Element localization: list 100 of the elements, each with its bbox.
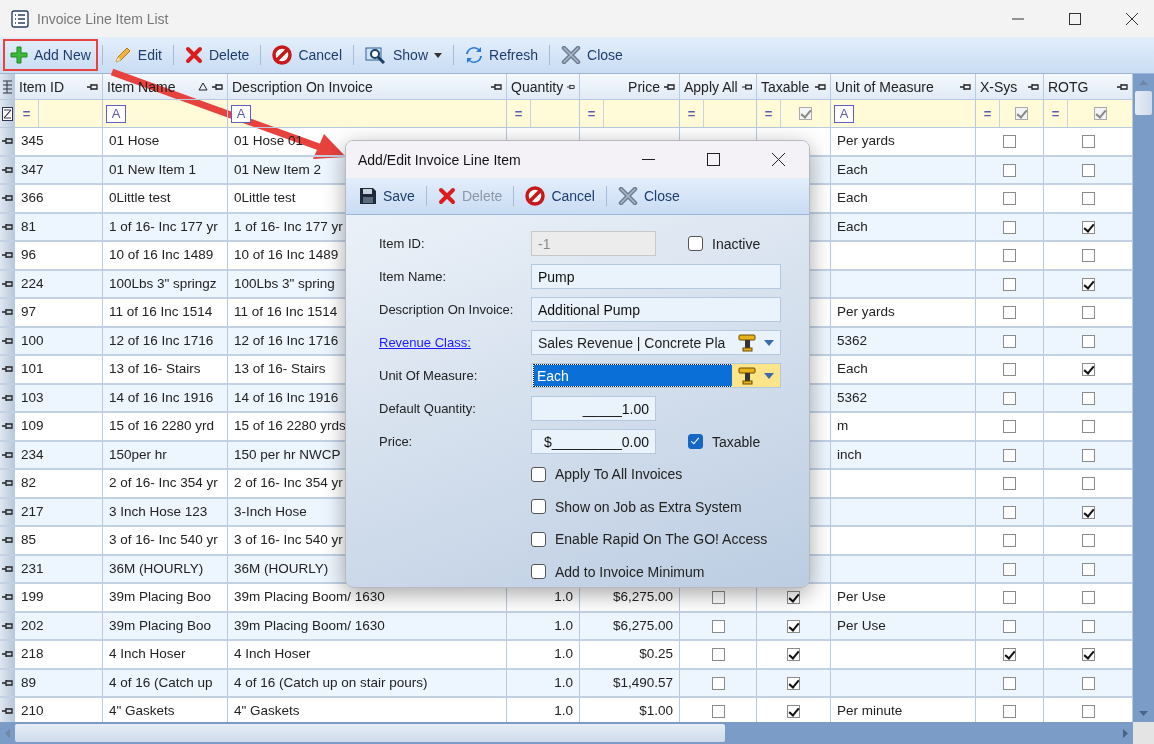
maximize-icon[interactable]: [707, 153, 720, 166]
pin-icon[interactable]: [491, 82, 502, 91]
checkbox[interactable]: [711, 591, 725, 604]
checkbox[interactable]: [1003, 676, 1016, 690]
checkbox[interactable]: [531, 531, 546, 547]
pin-icon[interactable]: [1117, 82, 1128, 91]
checkbox[interactable]: [1081, 363, 1095, 376]
pin-icon[interactable]: [741, 82, 752, 91]
row-pin-icon[interactable]: [0, 413, 15, 442]
checkbox[interactable]: [787, 705, 800, 718]
maximize-icon[interactable]: [1069, 12, 1081, 25]
checkbox[interactable]: [1081, 192, 1095, 205]
filter-operator[interactable]: A: [231, 104, 251, 123]
pin-icon[interactable]: [87, 82, 98, 91]
checkbox[interactable]: [1003, 163, 1016, 177]
input-field[interactable]: Pump: [531, 264, 781, 289]
sort-icon[interactable]: [198, 82, 208, 91]
checkbox[interactable]: [1003, 591, 1016, 604]
row-pin-icon[interactable]: [0, 641, 15, 670]
scroll-thumb[interactable]: [15, 724, 725, 742]
input-field[interactable]: Additional Pump: [531, 297, 781, 322]
row-pin-icon[interactable]: [0, 669, 15, 698]
combo-field[interactable]: Sales Revenue | Concrete Pla: [531, 330, 781, 355]
checkbox[interactable]: [1003, 448, 1016, 462]
checkbox[interactable]: [1093, 107, 1107, 120]
checkbox[interactable]: [711, 619, 725, 633]
row-pin-icon[interactable]: [0, 555, 15, 584]
checkbox[interactable]: [1015, 107, 1028, 120]
checkbox[interactable]: [688, 434, 703, 449]
checkbox[interactable]: [1003, 220, 1016, 234]
checkbox[interactable]: [787, 648, 800, 661]
scroll-thumb[interactable]: [1135, 91, 1152, 115]
checkbox[interactable]: [711, 705, 725, 718]
checkbox[interactable]: [1081, 648, 1095, 661]
checkbox[interactable]: [799, 107, 812, 120]
checkbox[interactable]: [1081, 420, 1095, 433]
toolbar-button[interactable]: Refresh: [458, 39, 546, 71]
checkbox[interactable]: [1081, 705, 1095, 718]
pin-icon[interactable]: [1028, 82, 1039, 91]
checkbox[interactable]: [1003, 534, 1016, 547]
caret-icon[interactable]: [764, 372, 774, 379]
filter-operator[interactable]: =: [15, 100, 39, 127]
row-pin-icon[interactable]: [0, 498, 15, 527]
row-pin-icon[interactable]: [0, 327, 15, 356]
checkbox[interactable]: [1081, 591, 1095, 604]
row-pin-icon[interactable]: [0, 270, 15, 299]
drill-icon[interactable]: [736, 332, 758, 353]
pin-icon[interactable]: [212, 82, 223, 91]
checkbox[interactable]: [711, 676, 725, 690]
checkbox[interactable]: [1003, 562, 1016, 576]
row-pin-icon[interactable]: [0, 584, 15, 613]
checkbox[interactable]: [531, 499, 546, 515]
pin-icon[interactable]: [664, 82, 675, 91]
checkbox[interactable]: [1003, 277, 1016, 291]
checkbox[interactable]: [531, 564, 546, 580]
toolbar-button[interactable]: Edit: [106, 39, 169, 71]
checkbox[interactable]: [787, 676, 800, 690]
filter-operator[interactable]: =: [580, 100, 604, 127]
checkbox[interactable]: [1003, 135, 1016, 148]
row-pin-icon[interactable]: [0, 213, 15, 242]
checkbox[interactable]: [787, 619, 800, 633]
drill-icon[interactable]: [736, 365, 758, 386]
checkbox[interactable]: [531, 466, 546, 482]
close-icon[interactable]: [772, 153, 785, 166]
checkbox[interactable]: [1003, 334, 1016, 348]
close-icon[interactable]: [1126, 12, 1138, 25]
checkbox[interactable]: [711, 648, 725, 661]
row-pin-icon[interactable]: [0, 128, 15, 157]
checkbox[interactable]: [1081, 534, 1095, 547]
toolbar-button[interactable]: Close: [611, 180, 687, 212]
filter-operator[interactable]: A: [834, 104, 854, 123]
checkbox[interactable]: [1081, 505, 1095, 519]
checkbox[interactable]: [1003, 505, 1016, 519]
pin-icon[interactable]: [567, 82, 575, 91]
row-pin-icon[interactable]: [0, 242, 15, 271]
checkbox[interactable]: [1003, 619, 1016, 633]
checkbox[interactable]: [1081, 135, 1095, 148]
row-pin-icon[interactable]: [0, 156, 15, 185]
checkbox[interactable]: [1081, 619, 1095, 633]
caret-icon[interactable]: [764, 339, 774, 346]
row-pin-icon[interactable]: [0, 299, 15, 328]
checkbox[interactable]: [1081, 448, 1095, 462]
filter-operator[interactable]: A: [106, 104, 126, 123]
toolbar-button[interactable]: Cancel: [518, 180, 602, 212]
row-pin-icon[interactable]: [0, 185, 15, 214]
checkbox[interactable]: [1081, 391, 1095, 405]
checkbox[interactable]: [787, 591, 800, 604]
row-pin-icon[interactable]: [0, 356, 15, 385]
checkbox[interactable]: [1003, 648, 1016, 661]
checkbox[interactable]: [1003, 705, 1016, 718]
toolbar-button[interactable]: Add New: [3, 39, 98, 71]
checkbox[interactable]: [1003, 391, 1016, 405]
checkbox[interactable]: [1081, 562, 1095, 576]
row-pin-icon[interactable]: [0, 384, 15, 413]
filter-operator[interactable]: =: [507, 100, 531, 127]
filter-operator[interactable]: =: [757, 100, 781, 127]
pin-icon[interactable]: [960, 82, 971, 91]
vertical-scrollbar[interactable]: [1133, 74, 1154, 722]
toolbar-button[interactable]: Close: [554, 39, 630, 71]
filter-operator[interactable]: =: [680, 100, 704, 127]
